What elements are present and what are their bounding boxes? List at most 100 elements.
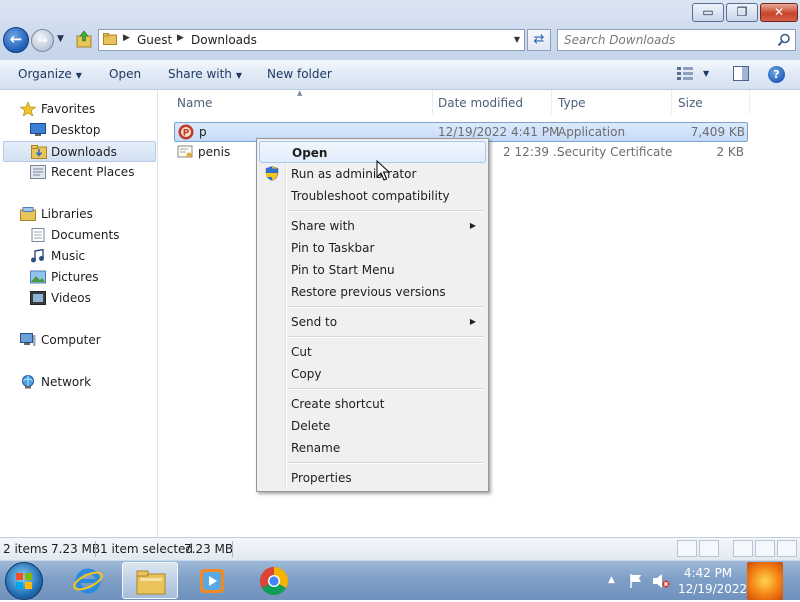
close-button[interactable]: ✕: [760, 3, 798, 22]
column-header-type[interactable]: Type: [558, 96, 586, 110]
context-menu: Open Run as administrator Troubleshoot c…: [256, 138, 489, 492]
menu-item-delete[interactable]: Delete: [259, 415, 486, 437]
nav-label: Desktop: [51, 123, 101, 137]
status-item-size: 7.23 MB: [51, 542, 101, 556]
folder-up-icon[interactable]: [76, 30, 92, 48]
start-button[interactable]: [5, 562, 43, 600]
network-icon: [22, 375, 34, 389]
file-date: 2 12:39 ...: [503, 145, 565, 159]
show-hidden-icons-icon[interactable]: ▲: [608, 575, 615, 585]
recent-pages-dropdown-icon[interactable]: ▼: [57, 34, 64, 44]
file-size: 2 KB: [716, 145, 744, 159]
tiles-view-button[interactable]: [699, 540, 719, 557]
action-center-flag-icon[interactable]: [628, 573, 644, 589]
breadcrumb-separator-icon[interactable]: ▶: [177, 33, 184, 43]
maximize-button[interactable]: ❐: [726, 3, 758, 22]
search-icon[interactable]: [777, 33, 791, 47]
refresh-button[interactable]: ⇄: [527, 29, 551, 51]
menu-item-pin-to-start-menu[interactable]: Pin to Start Menu: [259, 259, 486, 281]
nav-libraries[interactable]: Libraries: [0, 204, 157, 225]
column-header-name[interactable]: Name: [177, 96, 212, 110]
column-header-date[interactable]: Date modified: [438, 96, 523, 110]
svg-text:P: P: [183, 129, 190, 139]
nav-videos[interactable]: Videos: [0, 288, 157, 309]
back-button[interactable]: ←: [3, 27, 29, 53]
nav-music[interactable]: Music: [0, 246, 157, 267]
column-header-size[interactable]: Size: [678, 96, 703, 110]
taskbar-windows-explorer[interactable]: [122, 562, 178, 599]
nav-label: Downloads: [51, 145, 117, 159]
column-divider[interactable]: [749, 90, 750, 114]
forward-button[interactable]: →: [31, 29, 54, 52]
minimize-button[interactable]: ▭: [692, 3, 724, 22]
menu-separator: [288, 388, 484, 390]
menu-item-troubleshoot-compatibility[interactable]: Troubleshoot compatibility: [259, 185, 486, 207]
address-history-dropdown-icon[interactable]: ▼: [514, 35, 520, 44]
menu-item-restore-previous-versions[interactable]: Restore previous versions: [259, 281, 486, 303]
taskbar-internet-explorer[interactable]: [60, 562, 116, 599]
details-view-button[interactable]: [677, 540, 697, 557]
breadcrumb-guest[interactable]: Guest: [137, 33, 172, 47]
view-options-dropdown-icon[interactable]: ▼: [703, 69, 709, 78]
nav-desktop[interactable]: Desktop: [0, 120, 157, 141]
breadcrumb-downloads[interactable]: Downloads: [191, 33, 257, 47]
clock-date[interactable]: 12/19/2022: [678, 582, 747, 596]
clock-time[interactable]: 4:42 PM: [678, 566, 738, 580]
address-bar[interactable]: ▶ Guest ▶ Downloads ▼: [98, 29, 525, 51]
menu-item-open[interactable]: Open: [259, 141, 486, 163]
folder-icon: [103, 33, 117, 45]
menu-separator: [288, 336, 484, 338]
nav-recent-places[interactable]: Recent Places: [0, 162, 157, 183]
menu-item-run-as-administrator[interactable]: Run as administrator: [259, 163, 486, 185]
nav-downloads[interactable]: Downloads: [3, 141, 156, 162]
help-icon[interactable]: ?: [768, 66, 785, 83]
nav-label: Favorites: [41, 102, 96, 116]
column-divider[interactable]: [671, 90, 672, 114]
nav-label: Videos: [51, 291, 91, 305]
taskbar-media-player[interactable]: [184, 562, 240, 599]
submenu-arrow-icon: ▶: [469, 221, 476, 230]
column-divider[interactable]: [432, 90, 433, 114]
show-desktop-button[interactable]: [747, 562, 783, 600]
nav-computer[interactable]: Computer: [0, 330, 157, 351]
nav-pictures[interactable]: Pictures: [0, 267, 157, 288]
nav-label: Pictures: [51, 270, 99, 284]
layout-button[interactable]: [755, 540, 775, 557]
status-divider: [232, 541, 233, 557]
file-name: p: [199, 125, 207, 139]
menu-item-share-with[interactable]: Share with ▶: [259, 215, 486, 237]
layout-button[interactable]: [733, 540, 753, 557]
menu-item-properties[interactable]: Properties: [259, 467, 486, 489]
change-view-icon[interactable]: [677, 67, 693, 80]
breadcrumb-separator-icon[interactable]: ▶: [123, 33, 130, 43]
nav-network[interactable]: Network: [0, 372, 157, 393]
nav-favorites[interactable]: Favorites: [0, 99, 157, 120]
menu-item-rename[interactable]: Rename: [259, 437, 486, 459]
desktop-icon: [30, 123, 46, 136]
menu-separator: [288, 210, 484, 212]
organize-menu-button[interactable]: Organize ▼: [18, 67, 82, 81]
search-input[interactable]: [564, 33, 769, 47]
open-button[interactable]: Open: [109, 67, 141, 81]
status-selected-count: 1 item selected: [100, 542, 194, 556]
nav-documents[interactable]: Documents: [0, 225, 157, 246]
submenu-arrow-icon: ▶: [469, 317, 476, 326]
taskbar-chrome[interactable]: [246, 562, 302, 599]
new-folder-button[interactable]: New folder: [267, 67, 332, 81]
nav-label: Computer: [41, 333, 101, 347]
volume-muted-icon[interactable]: [652, 573, 670, 589]
command-bar: Organize ▼ Open Share with ▼ New folder ▼ …: [0, 60, 800, 90]
documents-icon: [31, 228, 45, 242]
search-box[interactable]: [557, 29, 796, 51]
menu-item-send-to[interactable]: Send to ▶: [259, 311, 486, 333]
internet-explorer-icon: [73, 568, 103, 594]
menu-item-cut[interactable]: Cut: [259, 341, 486, 363]
preview-pane-icon[interactable]: [733, 66, 749, 81]
layout-button[interactable]: [777, 540, 797, 557]
nav-label: Music: [51, 249, 86, 263]
menu-item-pin-to-taskbar[interactable]: Pin to Taskbar: [259, 237, 486, 259]
menu-item-copy[interactable]: Copy: [259, 363, 486, 385]
menu-item-create-shortcut[interactable]: Create shortcut: [259, 393, 486, 415]
share-with-button[interactable]: Share with ▼: [168, 67, 242, 81]
column-divider[interactable]: [551, 90, 552, 114]
